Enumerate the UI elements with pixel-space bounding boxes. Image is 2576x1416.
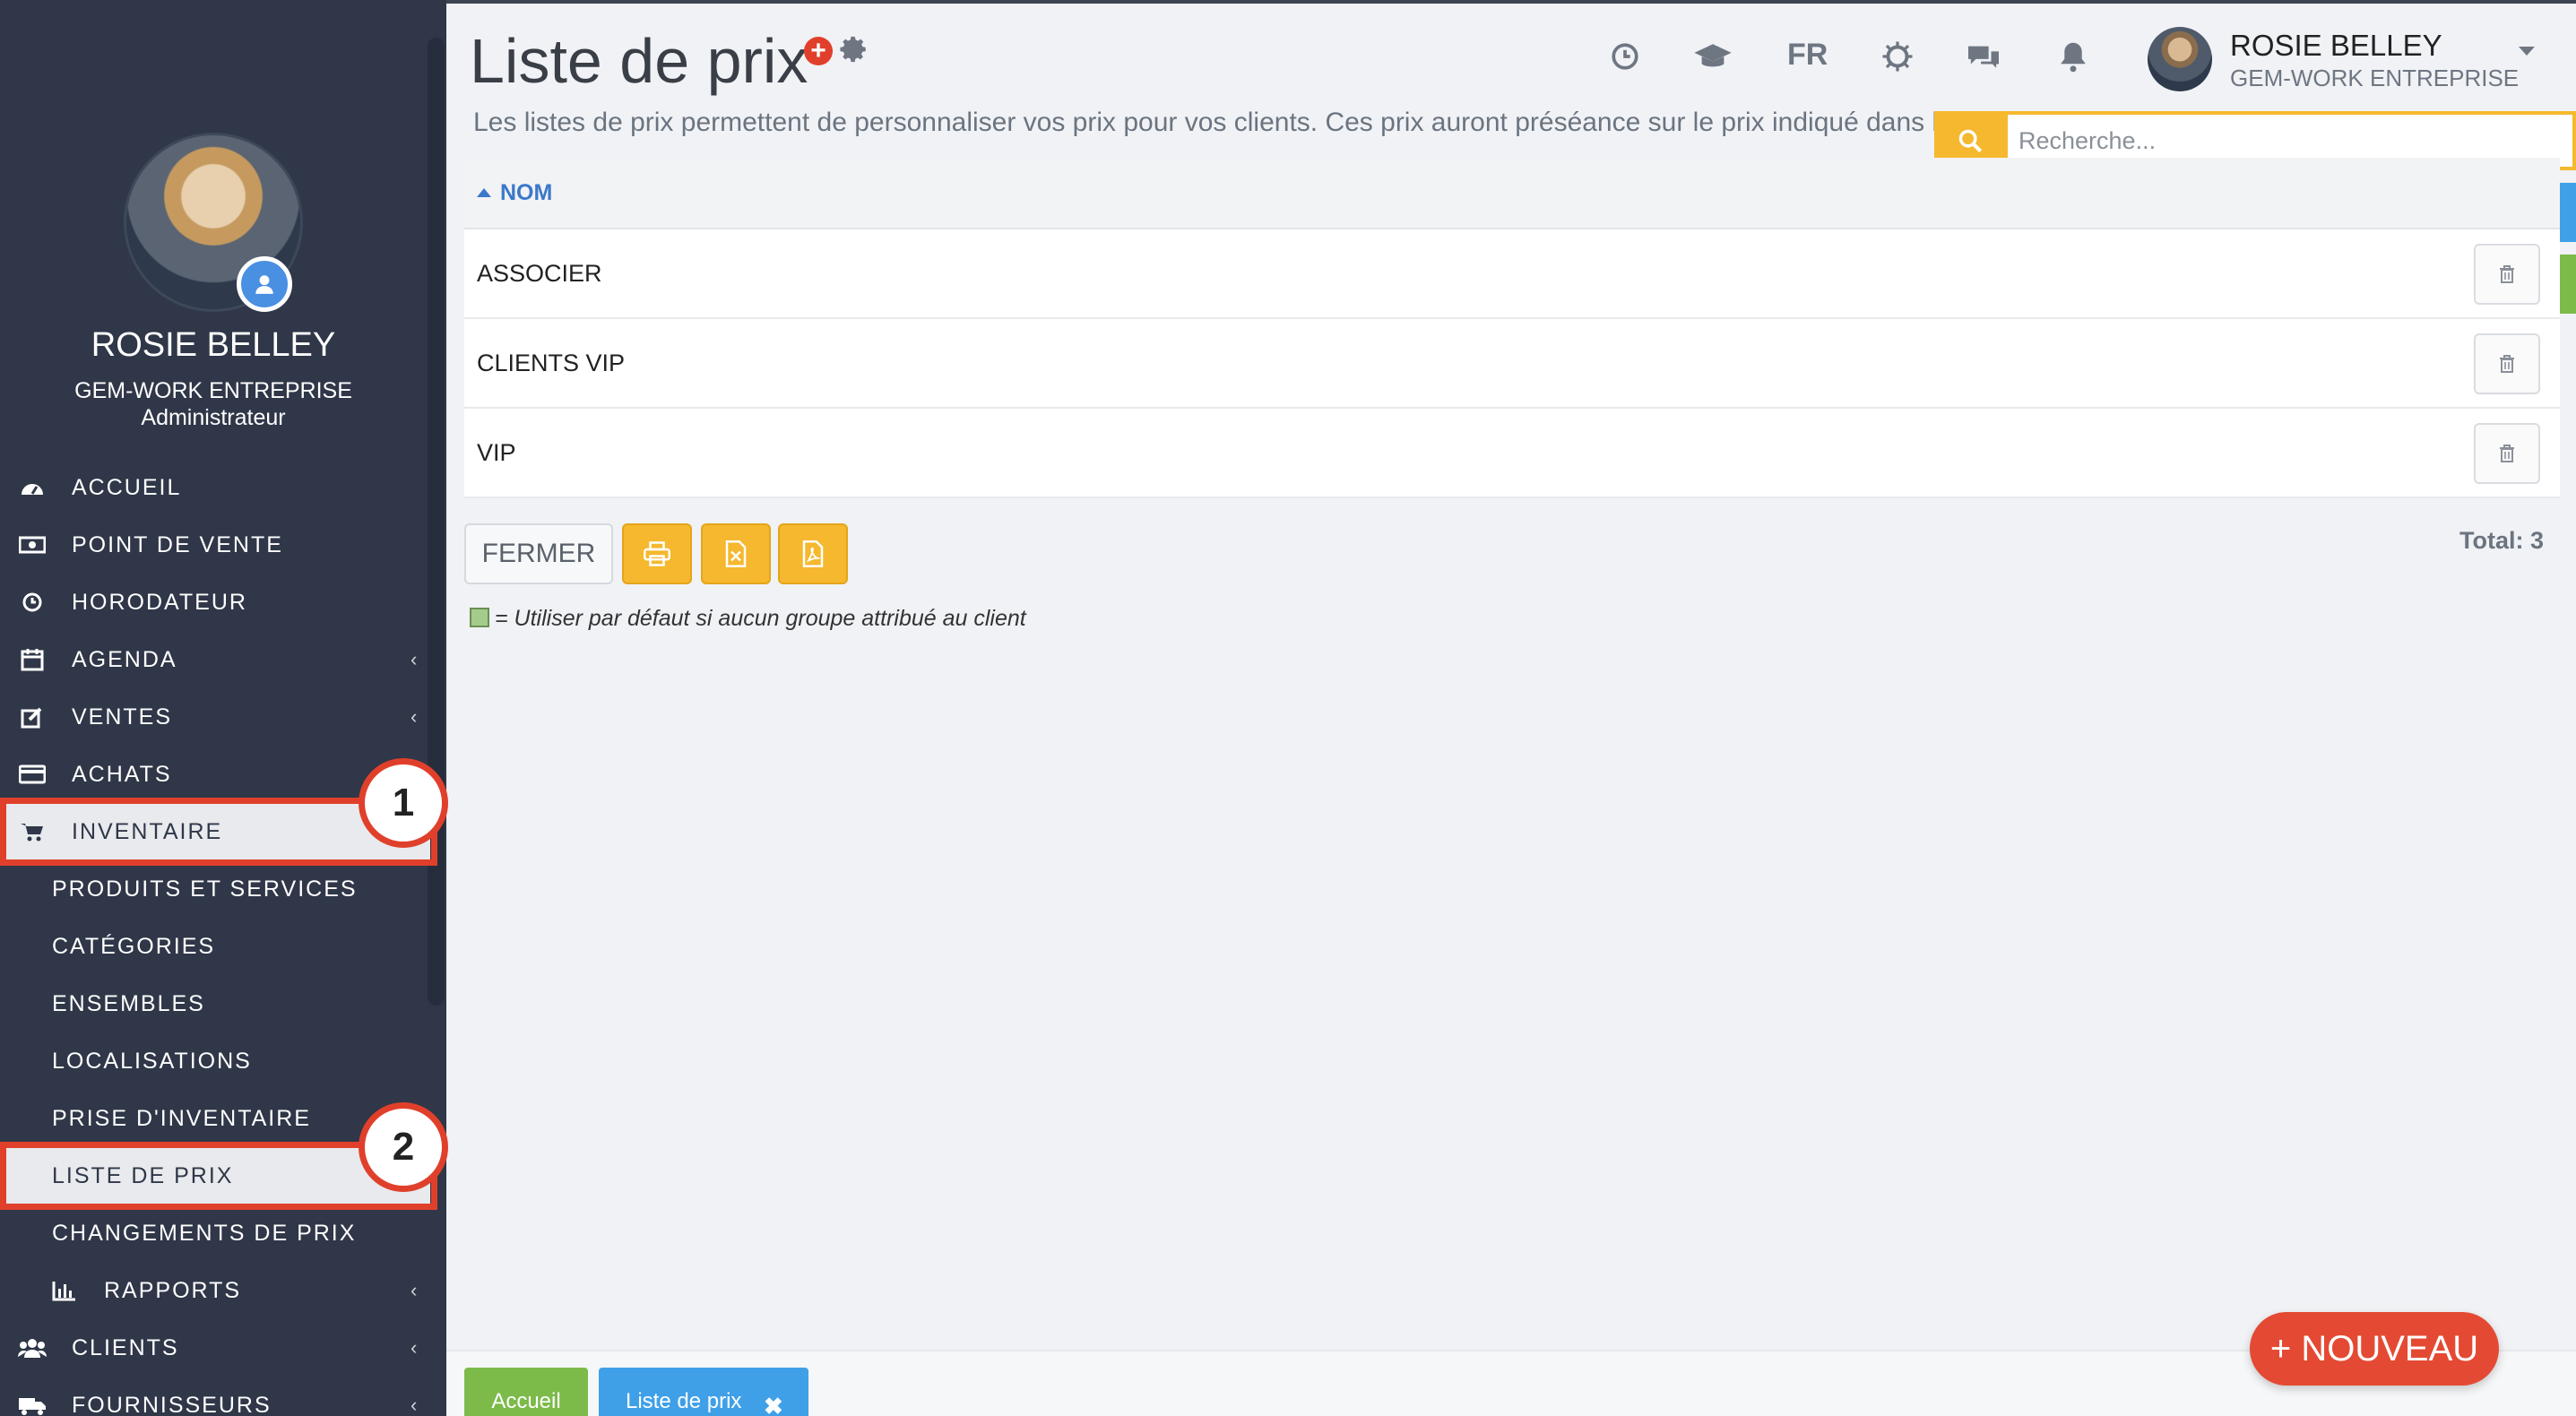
sidebar-item-label: CHANGEMENTS DE PRIX xyxy=(52,1220,357,1246)
sidebar-user-name: ROSIE BELLEY xyxy=(91,326,336,364)
sidebar-item-ventes[interactable]: VENTES ‹ xyxy=(0,688,430,746)
sidebar-item-localisations[interactable]: LOCALISATIONS xyxy=(0,1032,430,1090)
chevron-left-icon: ‹ xyxy=(411,1394,419,1416)
sidebar-item-label: RAPPORTS xyxy=(104,1277,242,1303)
sidebar-item-rapports[interactable]: RAPPORTS ‹ xyxy=(0,1262,430,1319)
page-description: Les listes de prix permettent de personn… xyxy=(473,108,1934,137)
sidebar-item-label: AGENDA xyxy=(72,646,177,672)
sort-ascending-icon xyxy=(477,188,491,197)
cash-register-icon xyxy=(18,531,47,559)
sidebar-item-label: LOCALISATIONS xyxy=(52,1048,252,1074)
tab-accueil[interactable]: Accueil xyxy=(464,1368,588,1416)
table-row[interactable]: ASSOCIER xyxy=(464,229,2560,319)
bar-chart-icon xyxy=(50,1276,79,1305)
column-header-nom[interactable]: NOM xyxy=(464,158,2560,229)
clock-icon xyxy=(18,588,47,617)
users-icon xyxy=(18,1334,47,1362)
user-icon xyxy=(237,256,292,312)
close-button[interactable]: FERMER xyxy=(464,523,613,584)
sidebar-item-point-de-vente[interactable]: POINT DE VENTE xyxy=(0,516,430,574)
sidebar-item-label: HORODATEUR xyxy=(72,589,247,615)
sidebar-company: GEM-WORK ENTREPRISE xyxy=(74,378,352,403)
sidebar-item-label: PRODUITS ET SERVICES xyxy=(52,876,358,902)
new-button[interactable]: + NOUVEAU xyxy=(2250,1312,2499,1386)
graduation-cap-icon[interactable] xyxy=(1692,36,1733,77)
language-selector[interactable]: FR xyxy=(1787,38,1828,73)
legend-text: = Utiliser par défaut si aucun groupe at… xyxy=(495,606,1026,631)
sidebar-role: Administrateur xyxy=(141,405,286,430)
chevron-down-icon[interactable] xyxy=(2519,47,2535,56)
row-name[interactable]: ASSOCIER xyxy=(477,260,602,288)
row-name[interactable]: VIP xyxy=(477,439,516,467)
total-count: Total: 3 xyxy=(2459,527,2544,554)
close-icon[interactable]: ✖ xyxy=(764,1393,783,1416)
page-title: Liste de prix xyxy=(470,26,808,96)
profile-avatar[interactable] xyxy=(124,133,303,312)
row-name[interactable]: CLIENTS VIP xyxy=(477,350,625,377)
export-pdf-button[interactable] xyxy=(778,523,848,584)
chevron-left-icon: ‹ xyxy=(411,1336,419,1359)
credit-card-icon xyxy=(18,760,47,789)
bell-icon[interactable] xyxy=(2053,36,2094,77)
chevron-left-icon: ‹ xyxy=(411,648,419,670)
chat-icon[interactable] xyxy=(1963,36,2004,77)
trash-icon xyxy=(2500,265,2514,283)
trash-icon xyxy=(2500,355,2514,373)
add-price-list-icon[interactable]: + xyxy=(804,36,833,65)
sidebar-item-produits-et-services[interactable]: PRODUITS ET SERVICES xyxy=(0,860,430,918)
sidebar-item-changements-de-prix[interactable]: CHANGEMENTS DE PRIX xyxy=(0,1204,430,1262)
sidebar-item-label: ACHATS xyxy=(72,761,172,787)
header-user-company: GEM-WORK ENTREPRISE xyxy=(2230,65,2520,91)
sidebar-item-fournisseurs[interactable]: FOURNISSEURS ‹ xyxy=(0,1377,430,1416)
truck-icon xyxy=(18,1391,47,1416)
sidebar-item-clients[interactable]: CLIENTS ‹ xyxy=(0,1319,430,1377)
sidebar-item-categories[interactable]: CATÉGORIES xyxy=(0,918,430,975)
step-badge-2: 2 xyxy=(359,1102,448,1192)
trash-icon xyxy=(2500,445,2514,462)
calendar-icon xyxy=(18,645,47,674)
sidebar-item-label: FOURNISSEURS xyxy=(72,1392,272,1416)
edit-icon xyxy=(18,703,47,731)
table-row[interactable]: CLIENTS VIP xyxy=(464,319,2560,409)
sidebar-item-ensembles[interactable]: ENSEMBLES xyxy=(0,975,430,1032)
price-list-table: NOM ASSOCIER CLIENTS VIP VIP xyxy=(464,158,2560,498)
dashboard-icon xyxy=(18,473,47,502)
avatar[interactable] xyxy=(2148,27,2212,91)
print-icon xyxy=(644,541,670,566)
delete-button[interactable] xyxy=(2474,333,2540,394)
excel-file-icon xyxy=(725,540,747,567)
delete-button[interactable] xyxy=(2474,423,2540,484)
bug-icon[interactable] xyxy=(1877,36,1918,77)
gear-icon[interactable] xyxy=(839,34,869,65)
delete-button[interactable] xyxy=(2474,244,2540,305)
print-button[interactable] xyxy=(622,523,692,584)
step-badge-1: 1 xyxy=(359,758,448,848)
sidebar-item-horodateur[interactable]: HORODATEUR xyxy=(0,574,430,631)
header-user-name[interactable]: ROSIE BELLEY xyxy=(2230,29,2442,63)
sidebar-item-label: CLIENTS xyxy=(72,1334,179,1360)
export-excel-button[interactable] xyxy=(701,523,771,584)
chevron-left-icon: ‹ xyxy=(411,1279,419,1301)
table-row[interactable]: VIP xyxy=(464,409,2560,498)
legend-swatch xyxy=(470,608,489,627)
sidebar-item-label: POINT DE VENTE xyxy=(72,531,283,557)
sidebar-item-label: PRISE D'INVENTAIRE xyxy=(52,1105,311,1131)
sidebar-item-label: ENSEMBLES xyxy=(52,990,205,1016)
history-icon[interactable] xyxy=(1604,36,1646,77)
sidebar-item-label: ACCUEIL xyxy=(72,474,182,500)
column-header-label: NOM xyxy=(500,179,553,205)
sidebar-item-accueil[interactable]: ACCUEIL xyxy=(0,459,430,516)
sidebar-item-label: VENTES xyxy=(72,704,173,730)
sidebar-item-label: CATÉGORIES xyxy=(52,933,216,959)
pdf-file-icon xyxy=(802,540,824,567)
tab-liste-de-prix[interactable]: Liste de prix ✖ xyxy=(599,1368,808,1416)
sidebar-item-agenda[interactable]: AGENDA ‹ xyxy=(0,631,430,688)
tab-label: Liste de prix xyxy=(626,1389,742,1413)
chevron-left-icon: ‹ xyxy=(411,705,419,728)
